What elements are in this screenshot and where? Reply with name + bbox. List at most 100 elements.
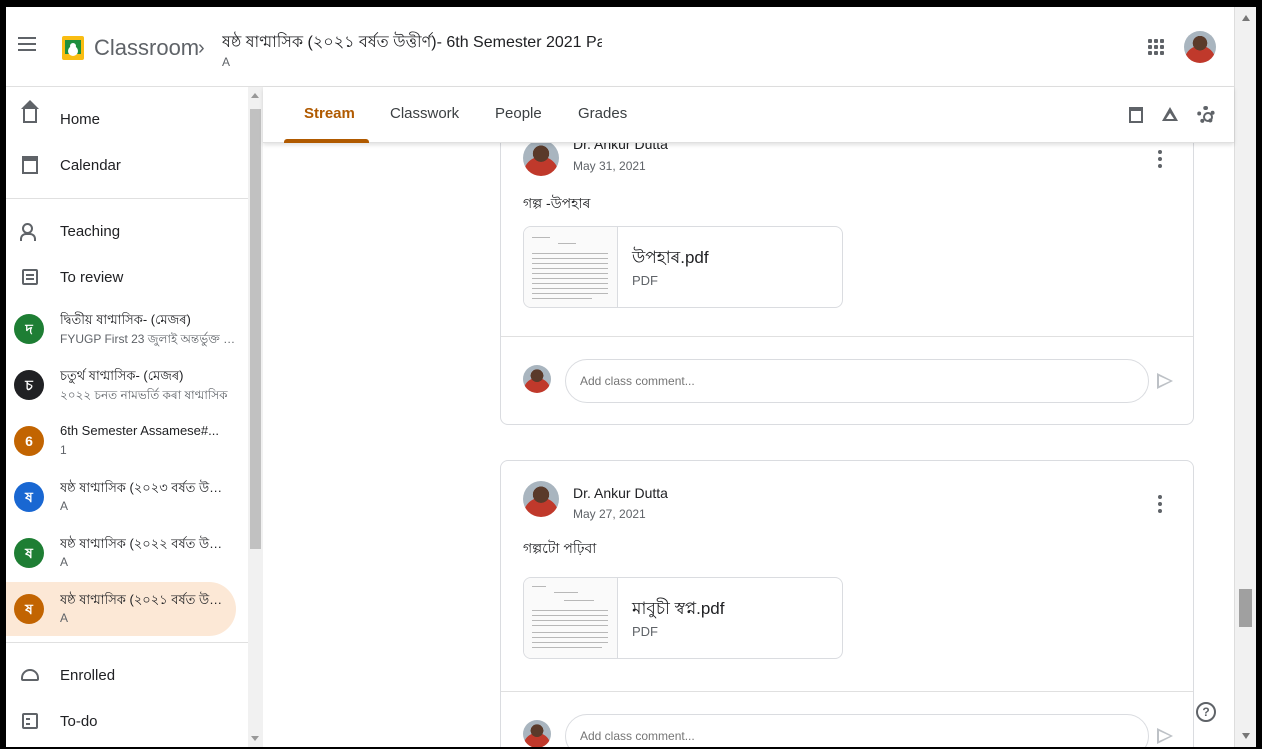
scroll-down-arrow-icon[interactable] xyxy=(1242,733,1250,739)
class-name: ষষ্ঠ ষাণ্মাসিক (২০২১ বৰ্ষত উত্তী... xyxy=(60,592,232,607)
sidebar-item-label: Teaching xyxy=(60,222,121,240)
stream-post-card: Dr. Ankur Dutta May 27, 2021 গল্পটো পঢ়ি… xyxy=(500,460,1194,747)
class-subtitle: A xyxy=(60,499,69,513)
page-scrollbar[interactable] xyxy=(1234,7,1256,747)
class-tabs-bar: Stream Classwork People Grades xyxy=(263,87,1234,143)
class-avatar: ষ xyxy=(14,594,44,624)
review-folder-icon xyxy=(22,269,38,285)
send-icon[interactable] xyxy=(1157,728,1173,744)
more-vert-icon[interactable] xyxy=(1158,495,1162,513)
sidebar-item-label: To review xyxy=(60,268,124,286)
post-text: গল্পটো পঢ়িবা xyxy=(523,540,597,556)
drive-folder-icon[interactable] xyxy=(1162,107,1178,123)
classroom-logo-icon[interactable] xyxy=(62,36,84,60)
class-name: ষষ্ঠ ষাণ্মাসিক (২০২২ বৰ্ষত উত্তী... xyxy=(60,536,232,551)
sidebar-item-home[interactable]: Home xyxy=(6,97,248,141)
account-avatar[interactable] xyxy=(1184,31,1216,63)
divider xyxy=(6,642,248,643)
class-avatar: দ xyxy=(14,314,44,344)
calendar-icon[interactable] xyxy=(1129,107,1143,123)
top-app-bar: Classroom › ষষ্ঠ ষাণ্মাসিক (২০২১ বৰ্ষত উ… xyxy=(6,7,1234,87)
class-subtitle: FYUGP First 23 জুলাই অন্তৰ্ভুক্ত দল xyxy=(60,332,236,346)
stream-post-card: Dr. Ankur Dutta May 31, 2021 গল্প -উপহাৰ xyxy=(500,143,1194,425)
home-icon xyxy=(21,100,39,123)
scroll-up-arrow-icon[interactable] xyxy=(251,93,259,98)
teaching-people-icon xyxy=(20,221,40,241)
classroom-window: Classroom › ষষ্ঠ ষাণ্মাসিক (২০২১ বৰ্ষত উ… xyxy=(6,7,1256,747)
settings-gear-icon[interactable] xyxy=(1197,106,1215,124)
class-avatar: 6 xyxy=(14,426,44,456)
sidebar-class-item[interactable]: চ চতুৰ্থ ষাণ্মাসিক- (মেজৰ) ২০২২ চনত নামভ… xyxy=(6,358,248,412)
sidebar-item-label: Calendar xyxy=(60,156,121,174)
sidebar-class-item[interactable]: ষ ষষ্ঠ ষাণ্মাসিক (২০২২ বৰ্ষত উত্তী... A xyxy=(6,526,248,580)
help-icon[interactable]: ? xyxy=(1196,702,1216,722)
class-name: চতুৰ্থ ষাণ্মাসিক- (মেজৰ) xyxy=(60,368,184,383)
sidebar-item-enrolled[interactable]: Enrolled xyxy=(6,653,248,697)
sidebar-item-teaching[interactable]: Teaching xyxy=(6,209,248,253)
tab-stream[interactable]: Stream xyxy=(304,105,355,122)
attachment-type: PDF xyxy=(632,624,658,639)
post-text: গল্প -উপহাৰ xyxy=(523,195,591,211)
app-name[interactable]: Classroom xyxy=(94,35,199,61)
sidebar-scrollbar[interactable] xyxy=(248,87,263,747)
class-subtitle: ২০২২ চনত নামভৰ্তি কৰা ষাণ্মাসিক xyxy=(60,388,228,402)
sidebar-item-to-review[interactable]: To review xyxy=(6,255,248,299)
sidebar-item-label: Enrolled xyxy=(60,666,116,684)
scrollbar-thumb[interactable] xyxy=(1239,589,1252,627)
class-subtitle: A xyxy=(60,611,69,625)
post-date: May 31, 2021 xyxy=(573,159,646,173)
pdf-thumbnail xyxy=(524,578,618,658)
calendar-icon xyxy=(22,156,38,174)
send-icon[interactable] xyxy=(1157,373,1173,389)
attachment-card[interactable]: উপহাৰ.pdf PDF xyxy=(523,226,843,308)
user-avatar xyxy=(523,365,551,393)
class-comment-input[interactable] xyxy=(565,359,1149,403)
attachment-name: উপহাৰ.pdf xyxy=(632,248,709,267)
graduation-cap-icon xyxy=(21,669,39,681)
post-author: Dr. Ankur Dutta xyxy=(573,143,668,152)
post-date: May 27, 2021 xyxy=(573,507,646,521)
post-author: Dr. Ankur Dutta xyxy=(573,485,668,501)
chevron-right-icon: › xyxy=(198,37,205,59)
class-subtitle: 1 xyxy=(60,443,67,457)
more-vert-icon[interactable] xyxy=(1158,150,1162,168)
class-name: ষষ্ঠ ষাণ্মাসিক (২০২৩ বৰ্ষত উত্তী... xyxy=(60,480,232,495)
scrollbar-thumb[interactable] xyxy=(250,109,261,549)
author-avatar xyxy=(523,481,559,517)
attachment-name: মাবুচী স্বপ্ন.pdf xyxy=(632,599,725,618)
stream-feed: Dr. Ankur Dutta May 31, 2021 গল্প -উপহাৰ xyxy=(263,143,1234,747)
class-avatar: চ xyxy=(14,370,44,400)
checklist-icon xyxy=(22,713,38,729)
sidebar-item-todo[interactable]: To-do xyxy=(6,699,248,743)
attachment-card[interactable]: মাবুচী স্বপ্ন.pdf PDF xyxy=(523,577,843,659)
pdf-thumbnail xyxy=(524,227,618,307)
author-avatar xyxy=(523,143,559,176)
main-menu-icon[interactable] xyxy=(18,37,36,51)
class-name: 6th Semester Assamese#... xyxy=(60,423,219,438)
user-avatar xyxy=(523,720,551,747)
class-comment-input[interactable] xyxy=(565,714,1149,747)
google-apps-icon[interactable] xyxy=(1148,39,1164,55)
class-title[interactable]: ষষ্ঠ ষাণ্মাসিক (২০২১ বৰ্ষত উত্তীৰ্ণ)- 6t… xyxy=(222,29,602,56)
sidebar-item-calendar[interactable]: Calendar xyxy=(6,143,248,187)
class-section: A xyxy=(222,55,231,69)
divider xyxy=(6,198,248,199)
active-tab-indicator xyxy=(284,139,369,143)
tab-grades[interactable]: Grades xyxy=(578,105,627,122)
sidebar: Home Calendar Teaching To review দ দ্বিত… xyxy=(6,87,248,747)
sidebar-class-item[interactable]: 6 6th Semester Assamese#... 1 xyxy=(6,414,248,468)
class-subtitle: A xyxy=(60,555,69,569)
sidebar-class-item[interactable]: দ দ্বিতীয় ষাণ্মাসিক- (মেজৰ) FYUGP First… xyxy=(6,302,248,356)
class-avatar: ষ xyxy=(14,482,44,512)
sidebar-class-item[interactable]: ষ ষষ্ঠ ষাণ্মাসিক (২০২৩ বৰ্ষত উত্তী... A xyxy=(6,470,248,524)
scroll-up-arrow-icon[interactable] xyxy=(1242,15,1250,21)
sidebar-item-label: To-do xyxy=(60,712,98,730)
class-name: দ্বিতীয় ষাণ্মাসিক- (মেজৰ) xyxy=(60,312,191,327)
sidebar-class-item-active[interactable]: ষ ষষ্ঠ ষাণ্মাসিক (২০২১ বৰ্ষত উত্তী... A xyxy=(6,582,236,636)
sidebar-item-label: Home xyxy=(60,110,101,128)
attachment-type: PDF xyxy=(632,273,658,288)
comment-row xyxy=(501,336,1193,424)
tab-people[interactable]: People xyxy=(495,105,542,122)
tab-classwork[interactable]: Classwork xyxy=(390,105,459,122)
scroll-down-arrow-icon[interactable] xyxy=(251,736,259,741)
